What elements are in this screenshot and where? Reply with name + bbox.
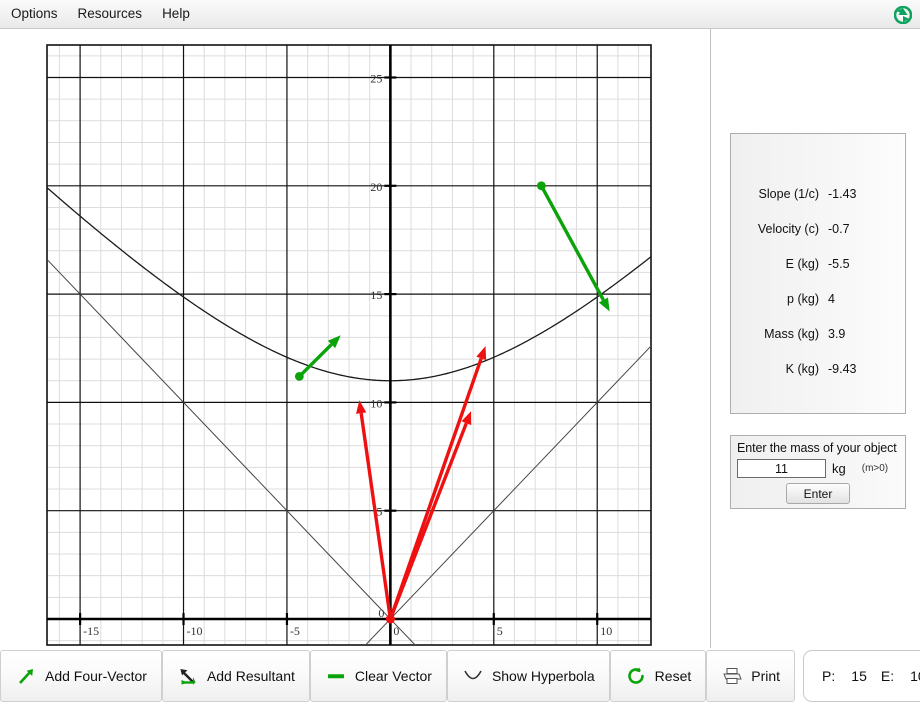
app-window: Options Resources Help 5 10 15 20 25 -15 -10 -5… xyxy=(0,0,920,710)
readout-row-slope: Slope (1/c) -1.43 xyxy=(731,176,905,211)
readout-label-momentum: p (kg) xyxy=(787,291,819,306)
enter-button[interactable]: Enter xyxy=(786,483,850,504)
status-e: E: 10.6 xyxy=(881,668,920,684)
mass-entry-row: kg (m>0) xyxy=(731,455,905,478)
readout-label-energy: E (kg) xyxy=(785,256,819,271)
mass-entry-panel: Enter the mass of your object kg (m>0) E… xyxy=(730,435,906,509)
readout-label-slope: Slope (1/c) xyxy=(758,186,819,201)
status-p-label: P: xyxy=(822,668,836,684)
readout-label-velocity: Velocity (c) xyxy=(757,221,819,236)
status-e-value: 10.6 xyxy=(910,668,920,684)
spacetime-plot-panel[interactable]: 5 10 15 20 25 -15 -10 -5 0 5 10 0 xyxy=(0,29,711,648)
readout-row-energy: E (kg) -5.5 xyxy=(731,246,905,281)
reset-label: Reset xyxy=(654,668,692,684)
svg-text:-15: -15 xyxy=(83,624,99,638)
readout-value-momentum: 4 xyxy=(828,291,835,306)
status-e-label: E: xyxy=(880,668,895,684)
menu-item-help[interactable]: Help xyxy=(153,4,199,24)
right-side-panel: Slope (1/c) -1.43 Velocity (c) -0.7 E (k… xyxy=(712,29,920,648)
add-four-vector-button[interactable]: Add Four-Vector xyxy=(0,650,162,702)
status-p: P: 15 xyxy=(822,668,867,684)
resultant-arrows-icon xyxy=(177,665,199,687)
minus-bar-icon xyxy=(325,665,347,687)
svg-text:25: 25 xyxy=(370,71,382,85)
readout-value-velocity: -0.7 xyxy=(828,221,850,236)
show-hyperbola-label: Show Hyperbola xyxy=(491,668,595,684)
print-button[interactable]: Print xyxy=(706,650,796,702)
svg-text:5: 5 xyxy=(497,624,503,638)
readout-label-kinetic: K (kg) xyxy=(785,361,819,376)
add-four-vector-label: Add Four-Vector xyxy=(45,668,147,684)
svg-text:15: 15 xyxy=(370,288,382,302)
readout-row-mass: Mass (kg) 3.9 xyxy=(731,316,905,351)
readout-rows: Slope (1/c) -1.43 Velocity (c) -0.7 E (k… xyxy=(731,134,905,386)
recycle-icon[interactable] xyxy=(893,5,912,24)
readout-label-mass: Mass (kg) xyxy=(764,326,819,341)
svg-text:10: 10 xyxy=(370,396,382,410)
spacetime-plot[interactable]: 510152025-15 -10 -5 0 5 100 xyxy=(0,29,711,648)
readout-row-velocity: Velocity (c) -0.7 xyxy=(731,211,905,246)
add-resultant-button[interactable]: Add Resultant xyxy=(161,650,310,702)
show-hyperbola-button[interactable]: Show Hyperbola xyxy=(446,650,610,702)
bottom-toolbar: Add Four-Vector Add Resultant Clear Vect… xyxy=(0,649,920,710)
status-readout: P: 15 E: 10.6 xyxy=(803,650,920,702)
mass-unit-label: kg xyxy=(832,461,846,476)
mass-input[interactable] xyxy=(737,459,826,478)
readout-panel: Slope (1/c) -1.43 Velocity (c) -0.7 E (k… xyxy=(730,133,906,414)
clear-vector-button[interactable]: Clear Vector xyxy=(309,650,447,702)
status-p-value: 15 xyxy=(851,668,867,684)
svg-text:-5: -5 xyxy=(290,624,300,638)
svg-text:0: 0 xyxy=(393,624,399,638)
svg-text:10: 10 xyxy=(600,624,612,638)
reset-button[interactable]: Reset xyxy=(609,650,707,702)
clear-vector-label: Clear Vector xyxy=(354,668,432,684)
hyperbola-curve-icon xyxy=(462,665,484,687)
enter-button-wrap: Enter xyxy=(731,483,905,504)
readout-value-slope: -1.43 xyxy=(828,186,857,201)
svg-text:20: 20 xyxy=(370,180,382,194)
readout-row-momentum: p (kg) 4 xyxy=(731,281,905,316)
print-label: Print xyxy=(751,668,781,684)
svg-text:-10: -10 xyxy=(187,624,203,638)
menu-item-options[interactable]: Options xyxy=(2,4,67,24)
readout-value-kinetic: -9.43 xyxy=(828,361,857,376)
readout-row-kinetic: K (kg) -9.43 xyxy=(731,351,905,386)
mass-constraint-hint: (m>0) xyxy=(861,463,889,474)
refresh-ccw-icon xyxy=(625,665,647,687)
menu-item-resources[interactable]: Resources xyxy=(69,4,152,24)
mass-entry-title: Enter the mass of your object xyxy=(737,441,897,455)
readout-value-mass: 3.9 xyxy=(828,326,846,341)
svg-text:0: 0 xyxy=(378,606,384,620)
readout-value-energy: -5.5 xyxy=(828,256,850,271)
printer-icon xyxy=(721,665,743,687)
arrow-up-right-icon xyxy=(15,665,37,687)
menu-bar: Options Resources Help xyxy=(0,0,920,29)
add-resultant-label: Add Resultant xyxy=(206,668,295,684)
